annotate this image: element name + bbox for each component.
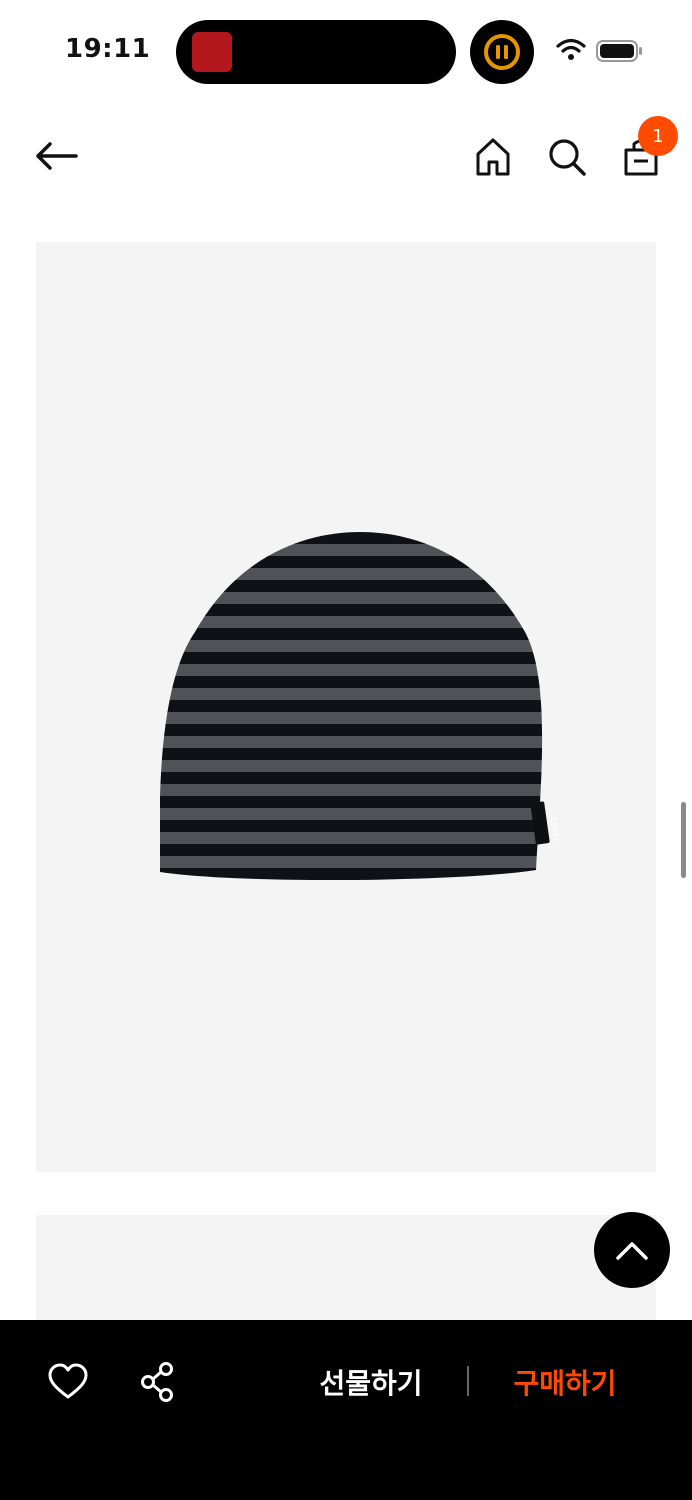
- scroll-indicator[interactable]: [681, 802, 686, 878]
- buy-button[interactable]: 구매하기: [490, 1358, 640, 1406]
- home-icon: [476, 138, 510, 176]
- status-time: 19:11: [65, 34, 151, 64]
- button-divider: [467, 1366, 469, 1396]
- scroll-to-top-button[interactable]: [594, 1212, 670, 1288]
- heart-icon: [48, 1363, 88, 1399]
- striped-beanie-image: CERRIC: [160, 532, 560, 881]
- brand-tag: CERRIC: [548, 817, 560, 848]
- cart-count-badge: 1: [638, 116, 678, 156]
- status-bar: 19:11: [0, 0, 692, 100]
- share-icon: [141, 1362, 173, 1402]
- pause-icon: [484, 34, 520, 70]
- search-button[interactable]: [544, 134, 590, 180]
- dynamic-island[interactable]: [176, 20, 456, 84]
- product-image-panel[interactable]: CERRIC: [36, 242, 656, 1172]
- now-playing-thumbnail: [192, 32, 232, 72]
- share-button[interactable]: [136, 1360, 180, 1404]
- back-arrow-icon: [36, 142, 78, 170]
- bottom-action-bar: 선물하기 구매하기: [0, 1320, 692, 1500]
- gift-button[interactable]: 선물하기: [296, 1358, 446, 1406]
- search-icon: [549, 139, 586, 176]
- home-button[interactable]: [470, 134, 516, 180]
- back-button[interactable]: [30, 134, 82, 178]
- chevron-up-icon: [616, 1242, 648, 1260]
- product-image-panel-secondary[interactable]: [36, 1215, 656, 1335]
- top-navigation: [0, 110, 692, 210]
- media-control[interactable]: [470, 20, 534, 84]
- battery-icon: [596, 40, 642, 62]
- wifi-icon: [556, 38, 586, 60]
- like-button[interactable]: [46, 1360, 90, 1404]
